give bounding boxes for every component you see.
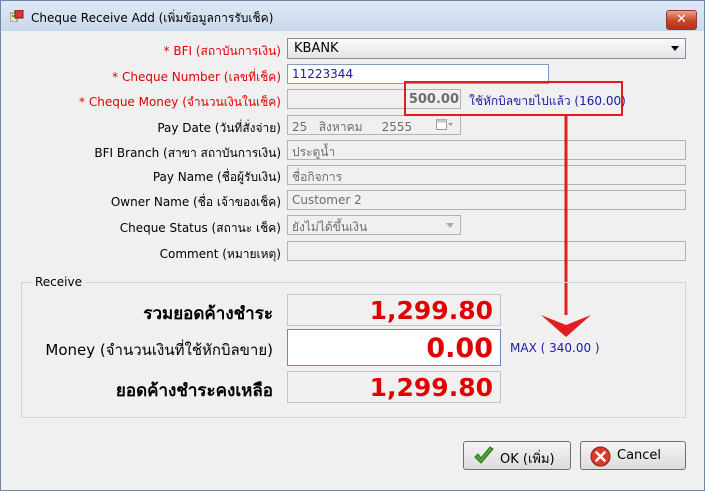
owner-name-label: Owner Name (ชื่อ เจ้าของเช็ค)	[110, 195, 281, 209]
receive-group-title: Receive	[32, 275, 85, 289]
checkmark-icon	[474, 446, 494, 464]
total-outstanding-label: รวมยอดค้างชำระ	[143, 304, 273, 324]
chevron-down-icon	[446, 223, 454, 228]
pay-date-year: 2555	[381, 120, 413, 134]
owner-name-input: Customer 2	[287, 190, 686, 210]
bfi-dropdown[interactable]: KBANK	[287, 38, 686, 59]
comment-input	[287, 241, 686, 261]
cancel-button[interactable]: Cancel	[580, 441, 686, 470]
pay-date-label: Pay Date (วันที่สั่งจ่าย)	[157, 121, 281, 135]
remaining-outstanding-value: 1,299.80	[287, 371, 501, 403]
cheque-number-label: * Cheque Number (เลขที่เช็ค)	[112, 70, 281, 84]
pay-date-picker: 25 สิงหาคม 2555	[287, 115, 461, 135]
comment-label: Comment (หมายเหตุ)	[159, 247, 281, 261]
cancel-button-label: Cancel	[617, 448, 662, 463]
bfi-label-text: BFI (สถาบันการเงิน)	[173, 44, 281, 58]
chevron-down-icon[interactable]	[671, 46, 679, 51]
dialog-window: Cheque Receive Add (เพิ่มข้อมูลการรับเช็…	[0, 0, 705, 491]
cheque-money-label-text: Cheque Money (จำนวนเงินในเช็ค)	[88, 95, 281, 109]
pay-date-month: สิงหาคม	[318, 120, 363, 134]
pay-name-input: ชื่อกิจการ	[287, 165, 686, 185]
calendar-icon[interactable]	[436, 119, 454, 131]
cheque-status-dropdown: ยังไม่ได้ขึ้นเงิน	[287, 215, 461, 235]
money-input[interactable]: 0.00	[287, 329, 501, 366]
ok-button[interactable]: OK (เพิ่ม)	[463, 441, 571, 470]
app-icon	[10, 10, 24, 22]
money-label: Money (จำนวนเงินที่ใช้หักบิลขาย)	[45, 341, 273, 359]
cheque-status-value: ยังไม่ได้ขึ้นเงิน	[292, 220, 368, 234]
pay-name-label: Pay Name (ชื่อผู้รับเงิน)	[152, 170, 281, 184]
remaining-outstanding-label: ยอดค้างชำระคงเหลือ	[115, 381, 273, 401]
used-amount-note: ใช้หักบิลขายไปแล้ว (160.00)	[469, 94, 626, 108]
close-button[interactable]: ✕	[666, 10, 697, 30]
cheque-status-label: Cheque Status (สถานะ เช็ค)	[119, 221, 281, 235]
bfi-label: * BFI (สถาบันการเงิน)	[163, 44, 281, 58]
total-outstanding-value: 1,299.80	[287, 294, 501, 326]
title-bar: Cheque Receive Add (เพิ่มข้อมูลการรับเช็…	[1, 1, 704, 31]
ok-button-label: OK (เพิ่ม)	[500, 452, 555, 467]
max-amount-text: MAX ( 340.00 )	[510, 341, 600, 355]
cheque-money-label: * Cheque Money (จำนวนเงินในเช็ค)	[79, 95, 281, 109]
pay-date-day: 25	[292, 120, 308, 134]
bfi-branch-label: BFI Branch (สาขา สถาบันการเงิน)	[94, 146, 281, 160]
cheque-number-label-text: Cheque Number (เลขที่เช็ค)	[121, 70, 281, 84]
bfi-branch-input: ประตูน้ำ	[287, 140, 686, 160]
cancel-icon	[590, 446, 611, 467]
window-title: Cheque Receive Add (เพิ่มข้อมูลการรับเช็…	[31, 11, 274, 25]
bfi-dropdown-value: KBANK	[294, 41, 339, 56]
